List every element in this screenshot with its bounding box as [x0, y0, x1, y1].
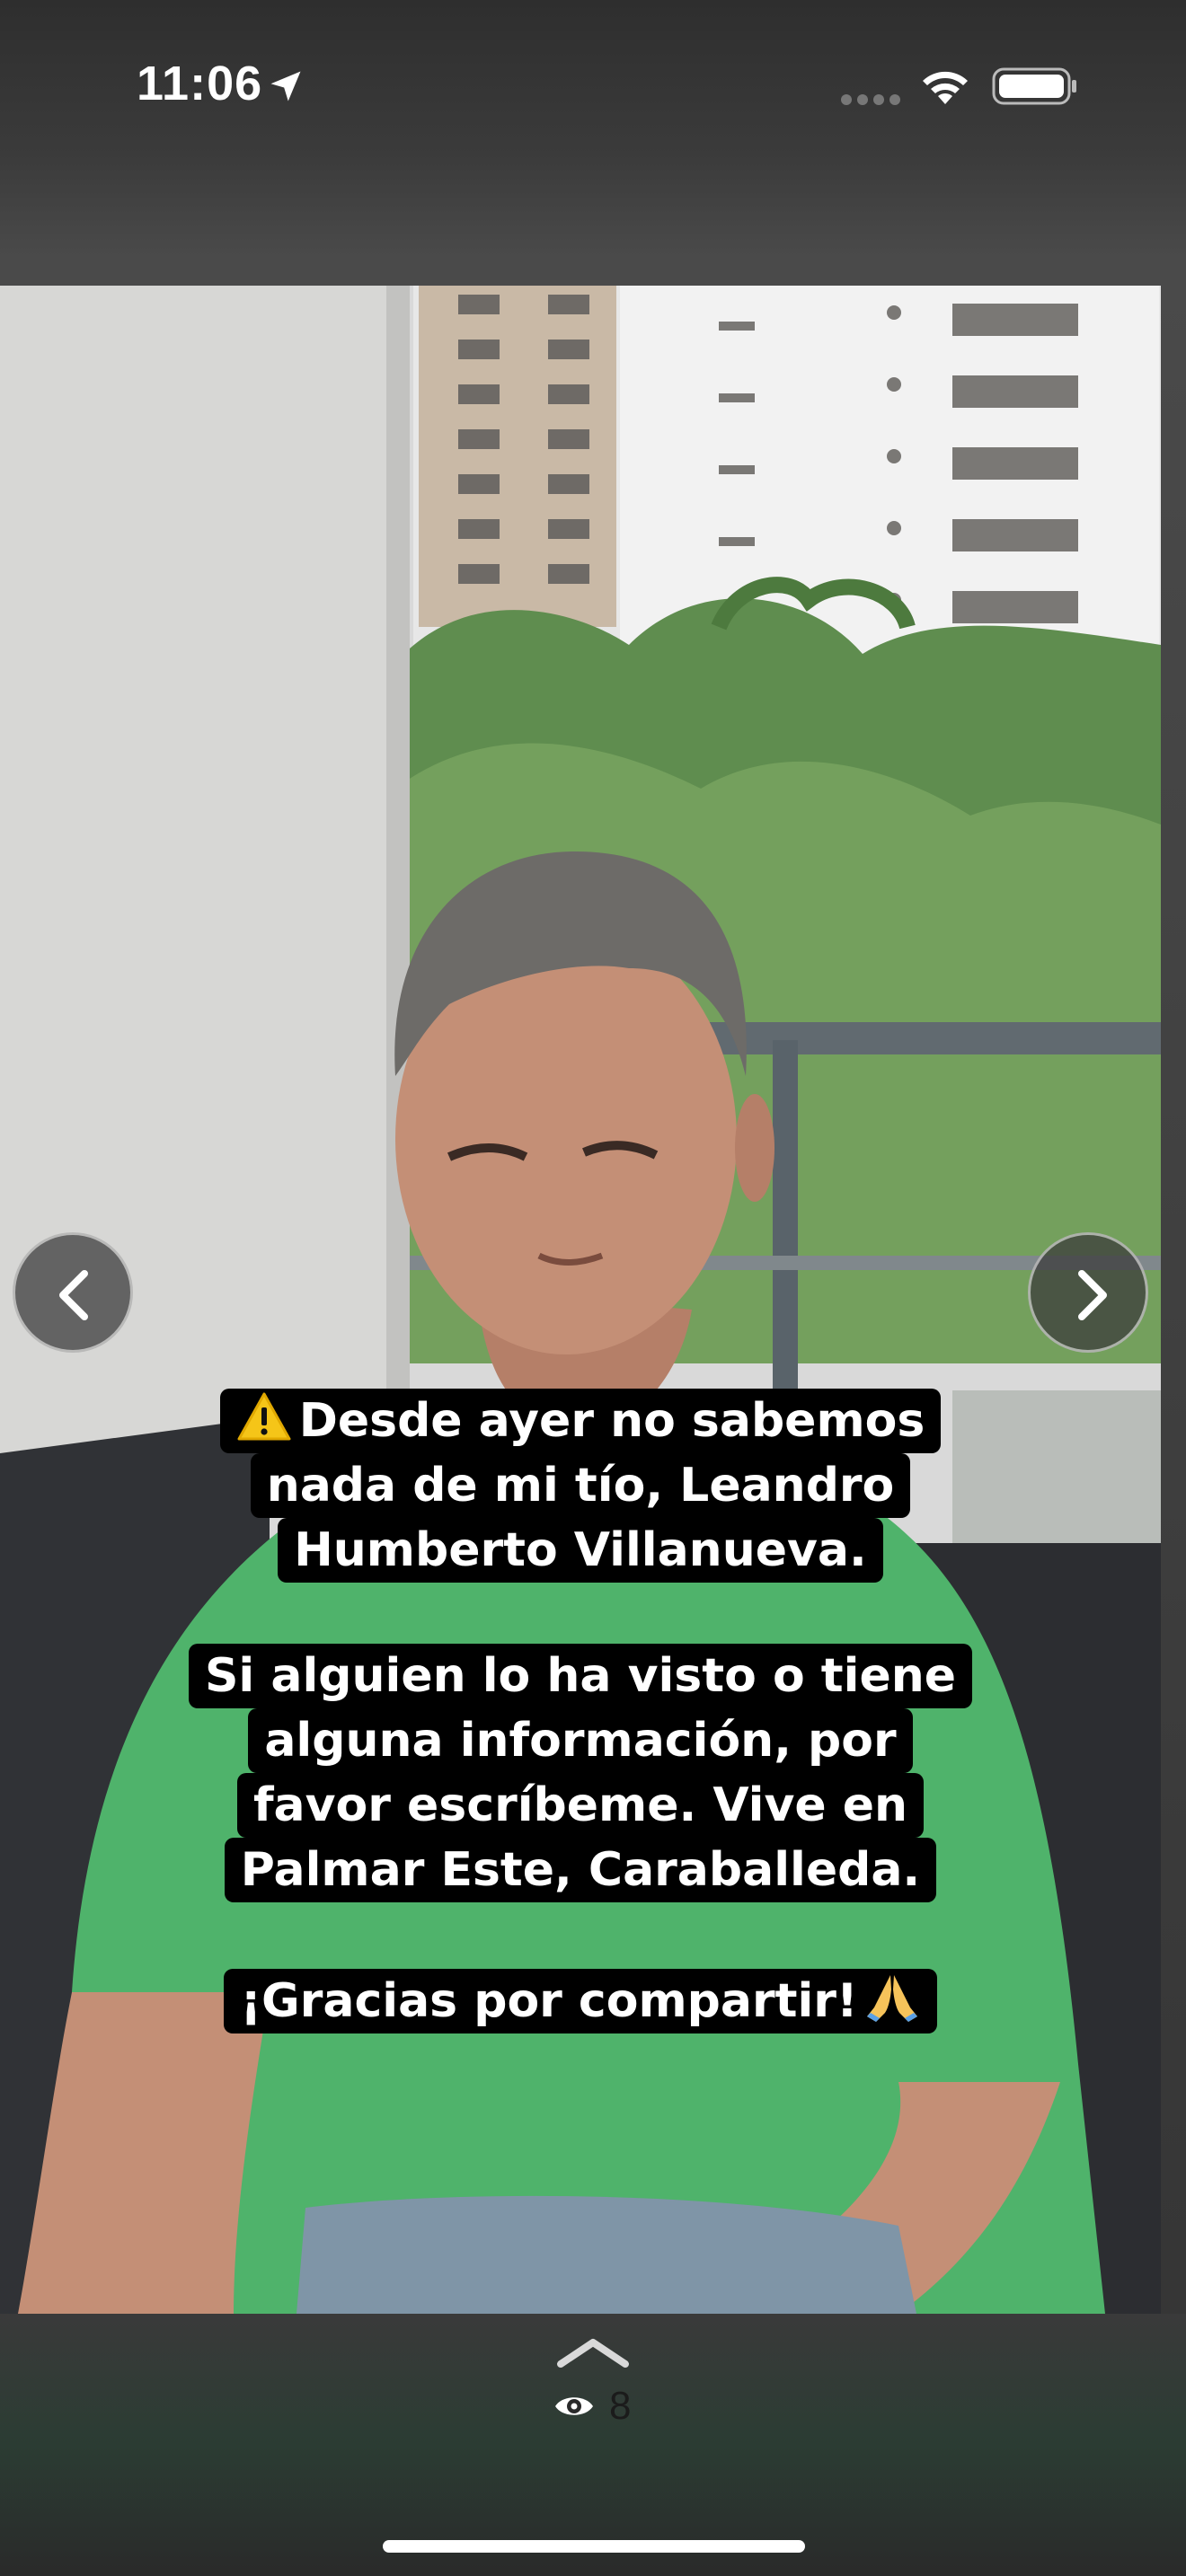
praying-hands-icon [866, 1975, 917, 2022]
cellular-signal-icon [841, 94, 900, 105]
caption-1-line-3: Humberto Villanueva. [278, 1518, 883, 1583]
wifi-icon [923, 71, 968, 104]
status-time: 11:06 [137, 57, 263, 110]
caption-line: Desde ayer no sabemos [219, 1389, 942, 1453]
next-story-button[interactable] [1028, 1232, 1148, 1353]
previous-story-button[interactable] [13, 1232, 133, 1353]
caption-missing-notice: Desde ayer no sabemos nada de mi tío, Le… [0, 1389, 1161, 1583]
location-arrow-icon [270, 71, 301, 101]
eye-icon [555, 2397, 593, 2415]
caption-2-line-3: favor escríbeme. Vive en [236, 1773, 925, 1838]
story-viewer-screen: 11:06 Desde ayer no sabemos nada de mi t… [0, 0, 1186, 2576]
status-bar: 11:06 [0, 0, 1186, 180]
chevron-right-icon [1078, 1270, 1107, 1320]
chevron-up-icon[interactable] [555, 2335, 631, 2371]
chevron-left-icon [59, 1270, 88, 1320]
caption-1-line-1: Desde ayer no sabemos [298, 1394, 925, 1448]
caption-thanks: ¡Gracias por compartir! [0, 1969, 1161, 2033]
caption-2-line-1: Si alguien lo ha visto o tiene [188, 1644, 973, 1708]
view-count[interactable]: 8 [609, 2384, 631, 2429]
warning-icon [237, 1392, 291, 1441]
caption-2-line-4: Palmar Este, Caraballeda. [224, 1838, 937, 1902]
caption-2-line-2: alguna información, por [248, 1708, 913, 1773]
story-image[interactable]: Desde ayer no sabemos nada de mi tío, Le… [0, 286, 1161, 2314]
home-indicator[interactable] [383, 2540, 805, 2553]
caption-line: ¡Gracias por compartir! [224, 1969, 937, 2033]
caption-1-line-2: nada de mi tío, Leandro [250, 1453, 911, 1518]
caption-request-info: Si alguien lo ha visto o tiene alguna in… [0, 1644, 1161, 1902]
battery-icon [992, 67, 1076, 105]
caption-3-text: ¡Gracias por compartir! [240, 1974, 858, 2028]
